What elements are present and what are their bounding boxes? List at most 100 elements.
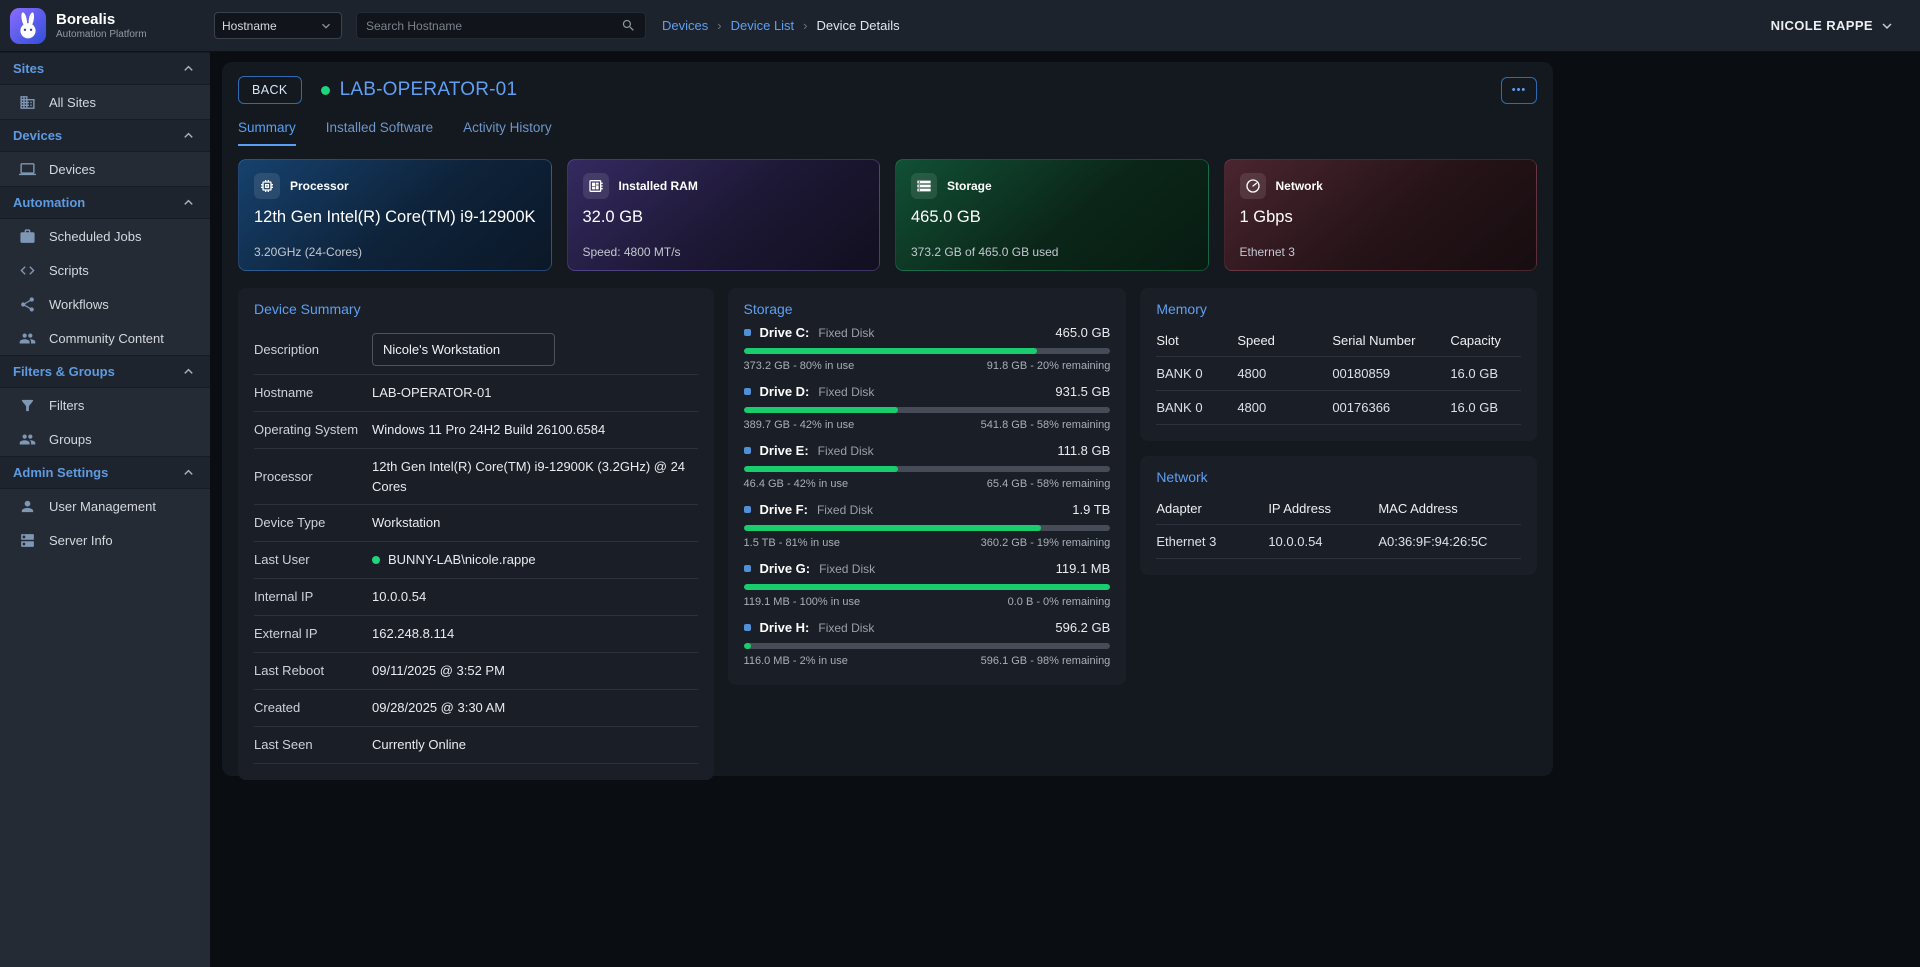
card-value: 32.0 GB	[583, 208, 865, 227]
summary-row-operating-system: Operating System Windows 11 Pro 24H2 Bui…	[254, 412, 698, 449]
groups-icon	[19, 431, 36, 448]
summary-row-internal-ip: Internal IP 10.0.0.54	[254, 579, 698, 616]
sidebar-item-label: Scheduled Jobs	[49, 229, 142, 244]
breadcrumb-device-list[interactable]: Device List	[731, 18, 795, 33]
sidebar-item-filters[interactable]: Filters	[0, 388, 210, 422]
brand-name: Borealis	[56, 11, 147, 28]
sidebar-item-scripts[interactable]: Scripts	[0, 253, 210, 287]
more-actions-button[interactable]: •••	[1501, 77, 1537, 104]
table-cell: 16.0 GB	[1450, 391, 1521, 425]
card-title: Network	[1276, 179, 1323, 193]
scheduled-jobs-icon	[19, 228, 36, 245]
card-title: Installed RAM	[619, 179, 698, 193]
community-content-icon	[19, 330, 36, 347]
processor-icon	[254, 173, 280, 199]
sidebar-item-label: Filters	[49, 398, 84, 413]
chevron-up-icon	[180, 60, 197, 77]
main-content: BACK LAB-OPERATOR-01 ••• Summary Install…	[210, 52, 1920, 967]
breadcrumb: Devices › Device List › Device Details	[662, 18, 900, 33]
drive-bullet-icon	[744, 329, 751, 336]
sidebar-item-user-management[interactable]: User Management	[0, 489, 210, 523]
table-cell: BANK 0	[1156, 391, 1237, 425]
back-button[interactable]: BACK	[238, 76, 302, 104]
card-value: 1 Gbps	[1240, 208, 1522, 227]
sidebar-item-devices[interactable]: Devices	[0, 152, 210, 186]
section-label: Sites	[13, 61, 44, 76]
device-title: LAB-OPERATOR-01	[340, 79, 518, 101]
right-column: Memory Slot Speed Serial Number Capacity…	[1140, 288, 1537, 575]
summary-row-created: Created 09/28/2025 @ 3:30 AM	[254, 690, 698, 727]
sidebar-item-label: Groups	[49, 432, 92, 447]
drive-bullet-icon	[744, 565, 751, 572]
chevron-down-icon	[1878, 17, 1896, 35]
sidebar-section-sites[interactable]: Sites	[0, 52, 210, 85]
drive-usage-fill	[744, 525, 1041, 531]
storage-panel: Storage Drive C: Fixed Disk 465.0 GB 373…	[728, 288, 1127, 685]
card-footer: 373.2 GB of 465.0 GB used	[911, 245, 1058, 259]
sidebar-item-groups[interactable]: Groups	[0, 422, 210, 456]
card-footer: 3.20GHz (24-Cores)	[254, 245, 362, 259]
table-cell: 00176366	[1332, 391, 1450, 425]
panel-title: Storage	[744, 301, 1111, 317]
processor-card: Processor 12th Gen Intel(R) Core(TM) i9-…	[238, 159, 552, 271]
summary-row-processor: Processor 12th Gen Intel(R) Core(TM) i9-…	[254, 449, 698, 505]
card-title: Processor	[290, 179, 349, 193]
drive-usage-bar	[744, 466, 1111, 472]
sidebar-section-admin-settings[interactable]: Admin Settings	[0, 456, 210, 489]
sidebar-item-label: All Sites	[49, 95, 96, 110]
drive-usage-bar	[744, 643, 1111, 649]
drive-bullet-icon	[744, 624, 751, 631]
sites-icon	[19, 94, 36, 111]
user-menu[interactable]: NICOLE RAPPE	[1771, 17, 1920, 35]
breadcrumb-devices[interactable]: Devices	[662, 18, 708, 33]
sidebar-item-label: Devices	[49, 162, 95, 177]
sidebar-item-label: Community Content	[49, 331, 164, 346]
device-details-container: BACK LAB-OPERATOR-01 ••• Summary Install…	[222, 62, 1553, 776]
drive-d: Drive D: Fixed Disk 931.5 GB 389.7 GB - …	[744, 384, 1111, 431]
table-cell: 10.0.0.54	[1268, 525, 1378, 559]
ellipsis-icon: •••	[1512, 84, 1527, 96]
chevron-up-icon	[180, 194, 197, 211]
sidebar-item-server-info[interactable]: Server Info	[0, 523, 210, 557]
online-status-dot	[321, 86, 330, 95]
drive-g: Drive G: Fixed Disk 119.1 MB 119.1 MB - …	[744, 561, 1111, 608]
memory-panel: Memory Slot Speed Serial Number Capacity…	[1140, 288, 1537, 441]
sidebar-item-label: User Management	[49, 499, 156, 514]
network-panel: Network Adapter IP Address MAC Address E…	[1140, 456, 1537, 575]
tab-activity-history[interactable]: Activity History	[463, 120, 552, 146]
drive-h: Drive H: Fixed Disk 596.2 GB 116.0 MB - …	[744, 620, 1111, 667]
sidebar-section-automation[interactable]: Automation	[0, 186, 210, 219]
sidebar-section-filters-groups[interactable]: Filters & Groups	[0, 355, 210, 388]
top-bar: Borealis Automation Platform Hostname De…	[0, 0, 1920, 52]
breadcrumb-separator: ›	[717, 18, 721, 33]
drive-usage-bar	[744, 348, 1111, 354]
drive-usage-fill	[744, 584, 1111, 590]
search-input[interactable]	[366, 19, 621, 33]
column-header: MAC Address	[1378, 493, 1521, 525]
summary-row-external-ip: External IP 162.248.8.114	[254, 616, 698, 653]
brand: Borealis Automation Platform	[0, 7, 210, 45]
sidebar-item-community-content[interactable]: Community Content	[0, 321, 210, 355]
drive-usage-fill	[744, 348, 1037, 354]
ram-icon	[583, 173, 609, 199]
description-input[interactable]	[372, 333, 555, 366]
sidebar-item-workflows[interactable]: Workflows	[0, 287, 210, 321]
hostname-filter-label: Hostname	[222, 19, 277, 33]
filters-icon	[19, 397, 36, 414]
hostname-filter-dropdown[interactable]: Hostname	[214, 12, 342, 39]
panel-title: Memory	[1156, 301, 1521, 317]
card-value: 465.0 GB	[911, 208, 1193, 227]
card-footer: Ethernet 3	[1240, 245, 1295, 259]
sidebar-item-scheduled-jobs[interactable]: Scheduled Jobs	[0, 219, 210, 253]
sidebar-item-label: Workflows	[49, 297, 109, 312]
sidebar-section-devices[interactable]: Devices	[0, 119, 210, 152]
drive-usage-fill	[744, 643, 751, 649]
workflows-icon	[19, 296, 36, 313]
breadcrumb-separator: ›	[803, 18, 807, 33]
card-value: 12th Gen Intel(R) Core(TM) i9-12900K	[254, 208, 536, 227]
tab-installed-software[interactable]: Installed Software	[326, 120, 433, 146]
card-title: Storage	[947, 179, 992, 193]
tab-summary[interactable]: Summary	[238, 120, 296, 146]
server-info-icon	[19, 532, 36, 549]
sidebar-item-all-sites[interactable]: All Sites	[0, 85, 210, 119]
